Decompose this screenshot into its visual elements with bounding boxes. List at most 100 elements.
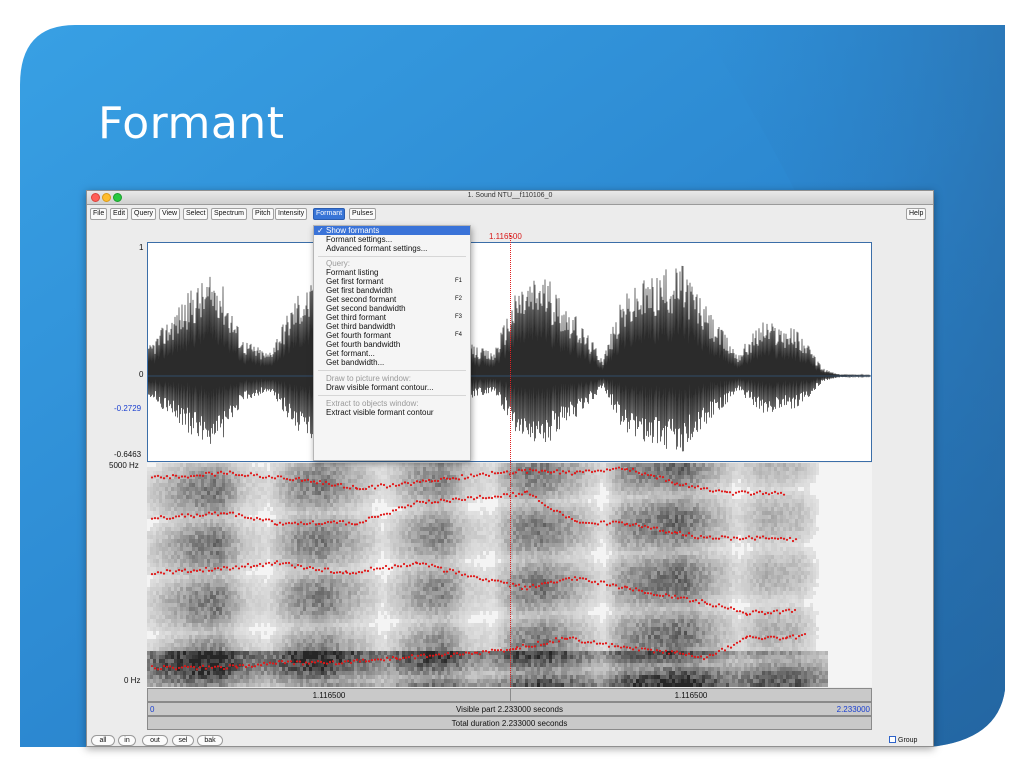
spectrogram-cell: [204, 523, 207, 527]
spectrogram-cell: [318, 579, 321, 583]
spectrogram-cell: [333, 551, 336, 555]
spectrogram-cell: [180, 479, 183, 483]
spectrogram-cell: [285, 555, 288, 559]
spectrogram-cell: [189, 579, 192, 583]
spectrogram-cell: [276, 519, 279, 523]
spectrogram-cell: [210, 659, 213, 663]
spectrogram-cell: [318, 575, 321, 579]
spectrogram-cell: [369, 679, 372, 683]
spectrogram-cell: [252, 527, 255, 531]
spectrogram-cell: [273, 483, 276, 487]
spectrogram-cell: [294, 483, 297, 487]
spectrogram-cell: [324, 583, 327, 587]
spectrogram-cell: [399, 679, 402, 683]
spectrogram-cell: [201, 655, 204, 659]
spectrogram-cell: [165, 463, 168, 467]
menu-file[interactable]: File: [90, 208, 108, 220]
spectrogram-cell: [246, 495, 249, 499]
spectrogram-cell: [390, 639, 393, 643]
spectrogram-cell: [207, 659, 210, 663]
spectrogram-cell: [399, 663, 402, 667]
spectrogram-cell: [216, 543, 219, 547]
spectrogram-cell: [396, 651, 399, 655]
spectrogram-cell: [216, 671, 219, 675]
spectrogram-cell: [336, 567, 339, 571]
spectrogram-cell: [393, 491, 396, 495]
menu-intensity[interactable]: Intensity: [275, 208, 308, 220]
spectrogram-cell: [246, 683, 249, 687]
menu-view[interactable]: View: [159, 208, 181, 220]
spectrogram-cell: [369, 535, 372, 539]
spectrogram-cell: [219, 579, 222, 583]
spectrogram-cell: [303, 643, 306, 647]
spectrogram-cell: [150, 647, 153, 651]
spectrogram-cell: [177, 471, 180, 475]
menu-help[interactable]: Help: [906, 208, 927, 220]
spectrogram-cell: [399, 639, 402, 643]
spectrogram-cell: [207, 679, 210, 683]
menu-edit[interactable]: Edit: [110, 208, 129, 220]
spectrogram-cell: [285, 643, 288, 647]
spectrogram-cell: [249, 479, 252, 483]
spectrogram-cell: [327, 479, 330, 483]
window-titlebar[interactable]: 1. Sound NTU__f110106_0: [87, 191, 933, 205]
spectrogram-cell: [153, 539, 156, 543]
spectrogram-cell: [228, 583, 231, 587]
spectrogram-cell: [261, 483, 264, 487]
spectrogram-cell: [333, 543, 336, 547]
spectrogram-cell: [150, 543, 153, 547]
spectrogram-cell: [192, 463, 195, 467]
spectrogram-cell: [351, 595, 354, 599]
spectrogram-cell: [246, 487, 249, 491]
spectrogram-cell: [186, 619, 189, 623]
spectrogram-cell: [186, 551, 189, 555]
menu-query[interactable]: Query: [131, 208, 157, 220]
spectrogram-cell: [363, 587, 366, 591]
spectrogram-cell: [306, 631, 309, 635]
spectrogram-cell: [405, 643, 408, 647]
spectrogram-cell: [276, 483, 279, 487]
spectrogram-cell: [249, 483, 252, 487]
spectrogram-cell: [204, 479, 207, 483]
spectrogram-cell: [255, 583, 258, 587]
spectrogram-cell: [249, 651, 252, 655]
menu-select[interactable]: Select: [183, 208, 209, 220]
spectrogram-cell: [261, 639, 264, 643]
spectrogram-cell: [276, 507, 279, 511]
spectrogram-cell: [336, 655, 339, 659]
spectrogram-cell: [357, 587, 360, 591]
menu-pitch[interactable]: Pitch: [252, 208, 274, 220]
spectrogram-cell: [261, 595, 264, 599]
spectrogram-cell: [246, 639, 249, 643]
spectrogram-cell: [339, 647, 342, 651]
spectrogram-cell: [177, 615, 180, 619]
spectrogram-cell: [162, 579, 165, 583]
spectrogram-cell: [414, 535, 417, 539]
spectrogram-cell: [351, 607, 354, 611]
spectrogram-cell: [228, 591, 231, 595]
spectrogram-cell: [381, 643, 384, 647]
spectrogram-cell: [198, 683, 201, 687]
spectrogram-cell: [285, 511, 288, 515]
sound-editor-plot[interactable]: 1 0 -0.2729 -0.6463 1.116500 5000 Hz 0 H…: [87, 221, 933, 731]
spectrogram-cell: [300, 671, 303, 675]
spectrogram-cell: [237, 483, 240, 487]
spectrogram-cell: [204, 571, 207, 575]
menu-formant[interactable]: Formant: [313, 208, 346, 220]
spectrogram-cell: [156, 503, 159, 507]
spectrogram-cell: [294, 503, 297, 507]
spectrogram-cell: [273, 619, 276, 623]
spectrogram-cell: [342, 467, 345, 471]
spectrogram-cell: [198, 543, 201, 547]
spectrogram-cell: [216, 487, 219, 491]
menu-spectrum[interactable]: Spectrum: [211, 208, 247, 220]
spectrogram-cell: [291, 543, 294, 547]
spectrogram-cell: [405, 615, 408, 619]
spectrogram-cell: [381, 491, 384, 495]
spectrogram-cell: [189, 463, 192, 467]
spectrogram-cell: [162, 631, 165, 635]
menu-pulses[interactable]: Pulses: [349, 208, 377, 220]
spectrogram-cell: [216, 519, 219, 523]
spectrogram-cell: [369, 519, 372, 523]
spectrogram-cell: [267, 643, 270, 647]
